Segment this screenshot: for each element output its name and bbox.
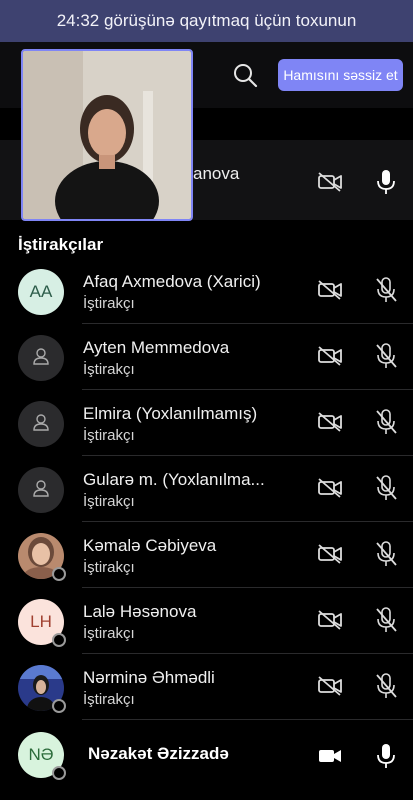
camera-off-icon[interactable] <box>316 170 344 194</box>
participant-name: Kəmalə Cəbiyeva <box>83 536 217 555</box>
avatar: NƏ <box>18 732 66 780</box>
mute-all-button[interactable]: Hamısını səssiz et <box>278 59 403 91</box>
microphone-off-icon[interactable] <box>373 408 399 436</box>
person-icon <box>31 412 51 437</box>
status-dot <box>52 699 66 713</box>
participant-name: Gularə m. (Yoxlanılma... <box>83 470 265 489</box>
avatar <box>18 533 66 581</box>
avatar-initials: NƏ <box>28 745 54 764</box>
avatar-initials: AA <box>29 282 53 301</box>
participant-row[interactable]: Gularə m. (Yoxlanılma... İştirakçı <box>0 456 413 522</box>
participant-row[interactable]: Ayten Memmedova İştirakçı <box>0 324 413 390</box>
search-icon[interactable] <box>230 60 260 90</box>
microphone-icon[interactable] <box>373 742 399 770</box>
participant-name: Afaq Axmedova (Xarici) <box>83 272 261 291</box>
microphone-icon[interactable] <box>373 168 399 196</box>
participant-name: Ayten Memmedova <box>83 338 230 357</box>
participant-list: AA Afaq Axmedova (Xarici) İştirakçı Ayte… <box>0 258 413 720</box>
status-dot <box>52 633 66 647</box>
participant-name: Lalə Həsənova <box>83 602 197 621</box>
participants-heading: İştirakçılar <box>18 235 104 254</box>
participant-row[interactable]: Nərminə Əhmədli İştirakçı <box>0 654 413 720</box>
camera-off-icon[interactable] <box>316 476 344 500</box>
microphone-off-icon[interactable] <box>373 672 399 700</box>
video-preview[interactable] <box>21 49 193 221</box>
participant-name: Nəzakət Əzizzadə <box>88 744 229 763</box>
participant-row[interactable]: Kəmalə Cəbiyeva İştirakçı <box>0 522 413 588</box>
return-to-call-banner[interactable]: 24:32 görüşünə qayıtmaq üçün toxunun <box>0 0 413 42</box>
status-dot <box>52 567 66 581</box>
avatar <box>18 665 66 713</box>
participant-role: İştirakçı <box>83 493 135 510</box>
presenter-name: anova <box>193 164 240 183</box>
participant-role: İştirakçı <box>83 691 135 708</box>
participant-row[interactable]: LH Lalə Həsənova İştirakçı <box>0 588 413 654</box>
avatar <box>18 335 64 381</box>
person-icon <box>31 478 51 503</box>
avatar-initials: LH <box>30 612 52 631</box>
avatar: AA <box>18 269 64 315</box>
camera-off-icon[interactable] <box>316 410 344 434</box>
participant-row[interactable]: Elmira (Yoxlanılmamış) İştirakçı <box>0 390 413 456</box>
microphone-off-icon[interactable] <box>373 276 399 304</box>
participant-name: Elmira (Yoxlanılmamış) <box>83 404 258 423</box>
person-icon <box>31 346 51 371</box>
avatar <box>18 401 64 447</box>
camera-off-icon[interactable] <box>316 344 344 368</box>
participant-row[interactable]: AA Afaq Axmedova (Xarici) İştirakçı <box>0 258 413 324</box>
microphone-off-icon[interactable] <box>373 606 399 634</box>
microphone-off-icon[interactable] <box>373 342 399 370</box>
participant-role: İştirakçı <box>83 361 135 378</box>
bottom-edge <box>0 792 413 800</box>
camera-off-icon[interactable] <box>316 608 344 632</box>
participant-name: Nərminə Əhmədli <box>83 668 215 687</box>
microphone-off-icon[interactable] <box>373 474 399 502</box>
self-participant-row[interactable]: NƏ Nəzakət Əzizzadə <box>0 722 413 788</box>
camera-off-icon[interactable] <box>316 674 344 698</box>
avatar <box>18 467 64 513</box>
participant-role: İştirakçı <box>83 295 135 312</box>
participant-role: İştirakçı <box>83 559 135 576</box>
avatar: LH <box>18 599 66 647</box>
status-dot <box>52 766 66 780</box>
participant-role: İştirakçı <box>83 625 135 642</box>
participant-role: İştirakçı <box>83 427 135 444</box>
camera-on-icon[interactable] <box>316 744 344 768</box>
microphone-off-icon[interactable] <box>373 540 399 568</box>
camera-off-icon[interactable] <box>316 542 344 566</box>
camera-off-icon[interactable] <box>316 278 344 302</box>
